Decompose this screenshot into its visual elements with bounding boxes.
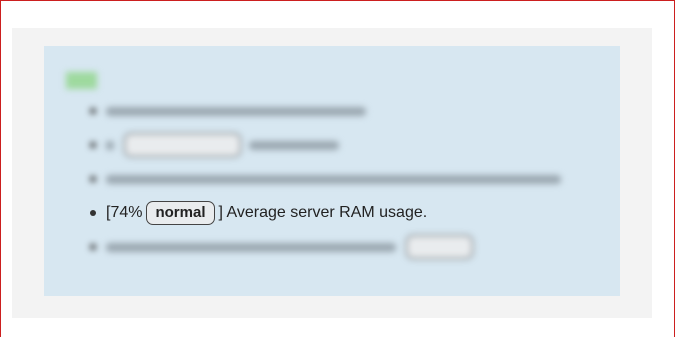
ram-usage-value: 74% xyxy=(110,204,143,221)
blurred-text xyxy=(106,174,561,184)
blurred-text xyxy=(106,106,366,116)
list-item xyxy=(88,230,561,264)
statistics-list: [ 74% normal ] Average server RAM usage. xyxy=(88,94,561,264)
blurred-text xyxy=(106,140,114,150)
blurred-text xyxy=(249,140,340,150)
list-item xyxy=(88,162,561,196)
bullet xyxy=(90,244,96,250)
ram-usage-description: ] Average server RAM usage. xyxy=(218,204,428,221)
status-badge: normal xyxy=(146,201,215,225)
poller-statistics-heading xyxy=(66,72,218,89)
list-item xyxy=(88,128,561,162)
bullet xyxy=(90,210,96,216)
list-item xyxy=(88,94,561,128)
status-badge xyxy=(124,133,242,157)
content-panel: [ 74% normal ] Average server RAM usage. xyxy=(12,28,652,318)
bullet xyxy=(90,142,96,148)
list-item-ram-usage: [ 74% normal ] Average server RAM usage. xyxy=(88,196,561,230)
blurred-text xyxy=(106,242,396,252)
bullet xyxy=(90,108,96,114)
status-tag xyxy=(66,72,98,89)
poller-statistics-box: [ 74% normal ] Average server RAM usage. xyxy=(44,46,620,296)
bullet xyxy=(90,176,96,182)
status-badge xyxy=(406,235,474,259)
